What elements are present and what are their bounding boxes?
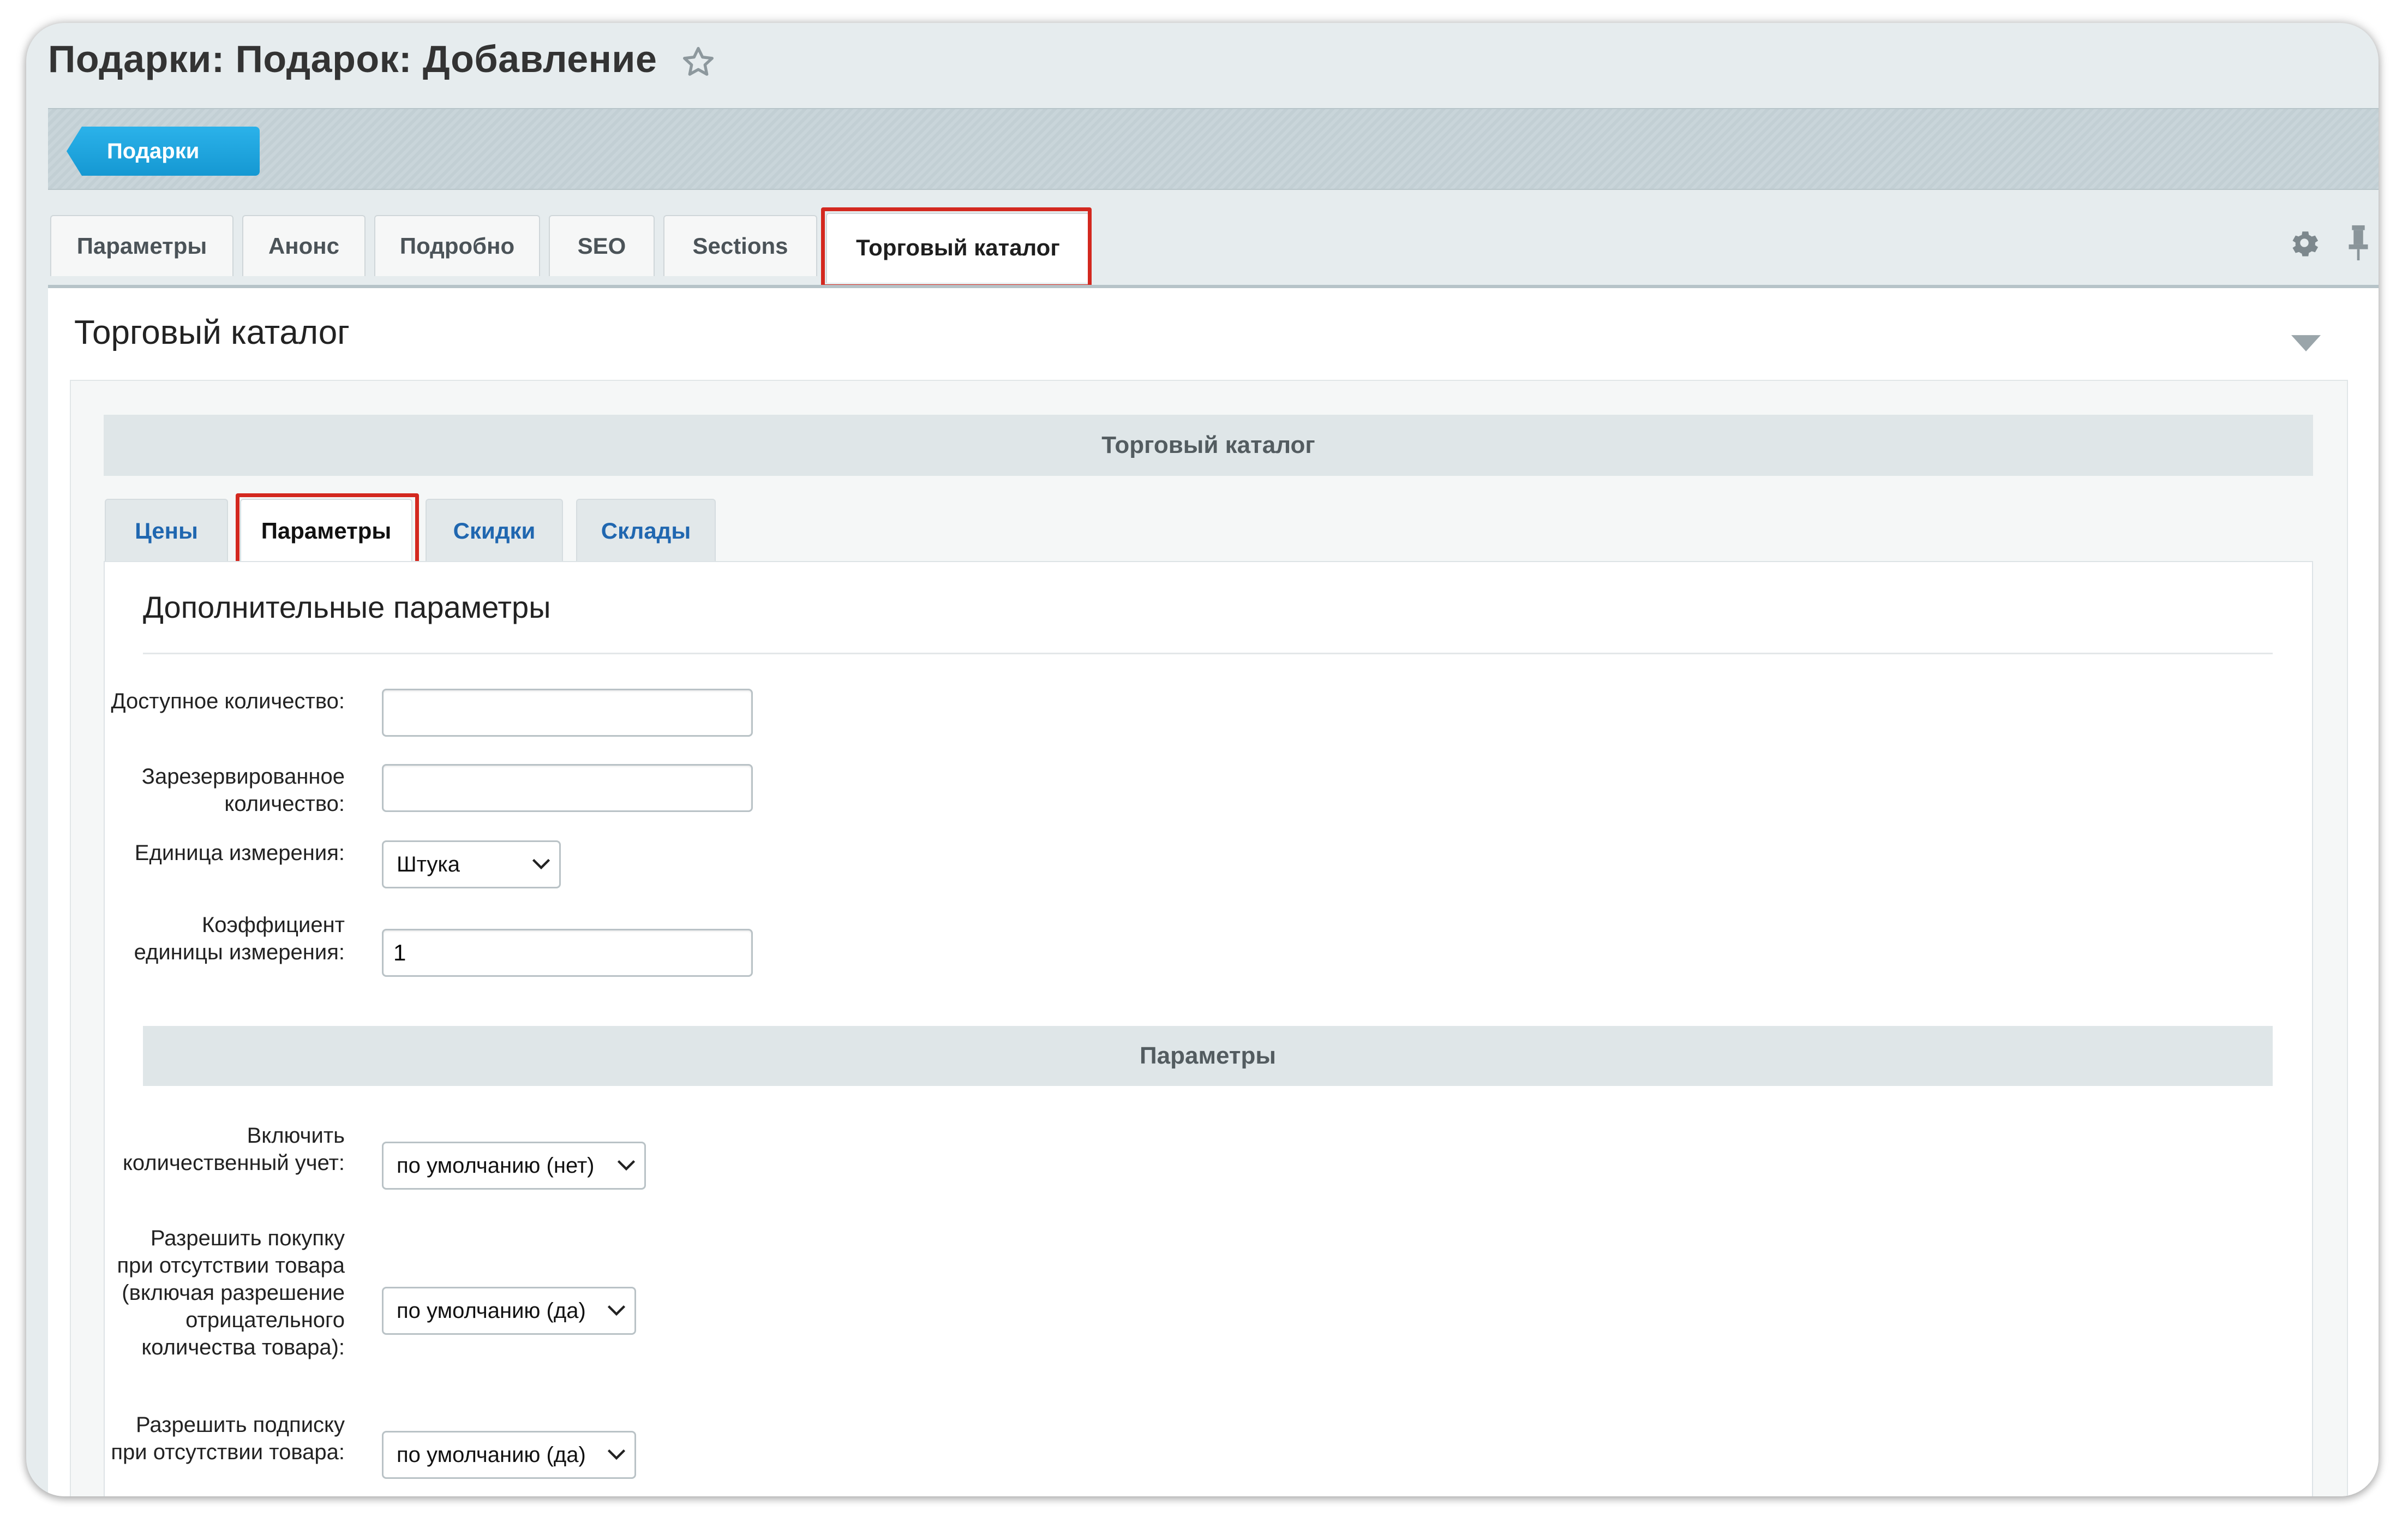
can-buy-zero-label: Разрешить покупку при отсутствии товара …: [117, 1226, 345, 1359]
subtab-discounts[interactable]: Скидки: [426, 499, 563, 561]
ratio-input[interactable]: 1: [382, 929, 753, 977]
form-tabs: Параметры Анонс Подробно SEO Sections То…: [48, 207, 2379, 288]
panel-title: Дополнительные параметры: [143, 590, 551, 624]
tab-seo[interactable]: SEO: [549, 215, 655, 276]
collapse-arrow-icon[interactable]: [2291, 335, 2321, 351]
can-buy-zero-select[interactable]: по умолчанию (да): [382, 1287, 636, 1335]
tab-highlight-frame: [821, 207, 1092, 288]
chevron-down-icon: [607, 1305, 626, 1316]
gear-icon[interactable]: [2287, 226, 2321, 260]
reserved-qty-label: Зарезервированное количество:: [141, 765, 345, 816]
unit-label: Единица измерения:: [134, 841, 345, 865]
quantity-trace-value: по умолчанию (нет): [397, 1154, 595, 1178]
quantity-trace-label: Включить количественный учет:: [122, 1124, 345, 1175]
page-title: Подарки: Подарок: Добавление: [48, 38, 657, 80]
tab-announcement[interactable]: Анонс: [242, 215, 366, 276]
subscribe-value: по умолчанию (да): [397, 1443, 586, 1467]
unit-select[interactable]: Штука: [382, 840, 561, 888]
toolbar: Подарки: [48, 108, 2379, 190]
divider: [143, 653, 2273, 654]
tab-details[interactable]: Подробно: [374, 215, 540, 276]
catalog-block: Торговый каталог Цены Параметры Скидки С…: [70, 380, 2348, 1496]
chevron-down-icon: [617, 1160, 636, 1171]
subtab-prices[interactable]: Цены: [105, 499, 228, 561]
subscribe-label: Разрешить подписку при отсутствии товара…: [111, 1413, 345, 1464]
admin-window: Подарки: Подарок: Добавление Подарки Пар…: [26, 23, 2379, 1496]
chevron-down-icon: [532, 858, 550, 870]
tab-parameters[interactable]: Параметры: [50, 215, 233, 276]
can-buy-zero-value: по умолчанию (да): [397, 1299, 586, 1323]
ratio-label: Коэффициент единицы измерения:: [134, 913, 345, 964]
available-qty-label: Доступное количество:: [111, 689, 345, 713]
pin-icon[interactable]: [2345, 224, 2372, 262]
available-qty-input[interactable]: [382, 689, 753, 737]
parameters-band: Параметры: [143, 1026, 2273, 1086]
tab-sections[interactable]: Sections: [663, 215, 817, 276]
catalog-band-title: Торговый каталог: [104, 415, 2313, 476]
subscribe-select[interactable]: по умолчанию (да): [382, 1431, 636, 1479]
quantity-trace-select[interactable]: по умолчанию (нет): [382, 1142, 646, 1190]
section-title: Торговый каталог: [74, 314, 350, 351]
subtab-warehouses[interactable]: Склады: [576, 499, 716, 561]
subtab-highlight-frame: [236, 493, 419, 566]
star-icon[interactable]: [681, 45, 716, 80]
chevron-down-icon: [607, 1449, 626, 1460]
reserved-qty-input[interactable]: [382, 764, 753, 812]
unit-select-value: Штука: [397, 852, 460, 876]
parameters-panel: Дополнительные параметры Доступное колич…: [104, 561, 2313, 1496]
tab-content: Торговый каталог Торговый каталог Цены П…: [48, 285, 2379, 1496]
back-to-gifts-button[interactable]: Подарки: [67, 127, 260, 176]
